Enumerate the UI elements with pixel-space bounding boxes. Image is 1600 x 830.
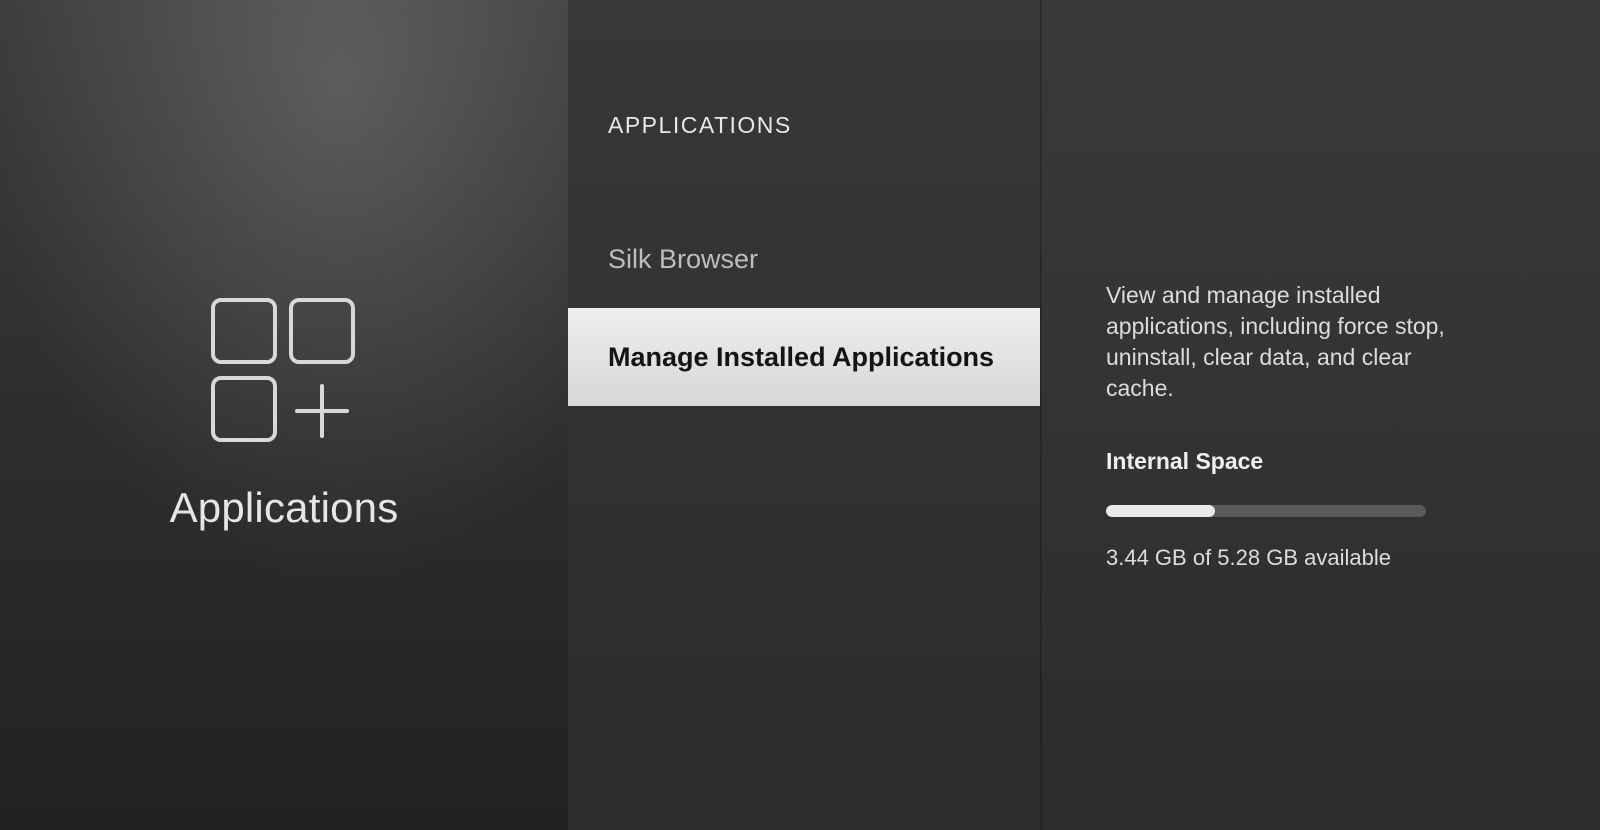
settings-screen: Applications APPLICATIONS Silk Browser M…: [0, 0, 1600, 830]
menu-item-label: Manage Installed Applications: [608, 342, 994, 373]
category-title: Applications: [170, 484, 399, 532]
applications-icon: [211, 298, 357, 444]
storage-heading: Internal Space: [1106, 448, 1536, 475]
menu-item-silk-browser[interactable]: Silk Browser: [568, 210, 1040, 308]
section-heading: APPLICATIONS: [608, 112, 792, 139]
storage-bar: [1106, 505, 1426, 517]
menu-item-manage-installed-applications[interactable]: Manage Installed Applications: [568, 308, 1040, 406]
description-text: View and manage installed applications, …: [1106, 280, 1466, 404]
detail-panel: View and manage installed applications, …: [1042, 0, 1600, 830]
menu-item-label: Silk Browser: [608, 244, 758, 275]
menu-list: Silk Browser Manage Installed Applicatio…: [568, 210, 1040, 406]
category-panel: Applications: [0, 0, 568, 830]
storage-bar-fill: [1106, 505, 1215, 517]
menu-panel: APPLICATIONS Silk Browser Manage Install…: [568, 0, 1042, 830]
storage-text: 3.44 GB of 5.28 GB available: [1106, 545, 1536, 571]
